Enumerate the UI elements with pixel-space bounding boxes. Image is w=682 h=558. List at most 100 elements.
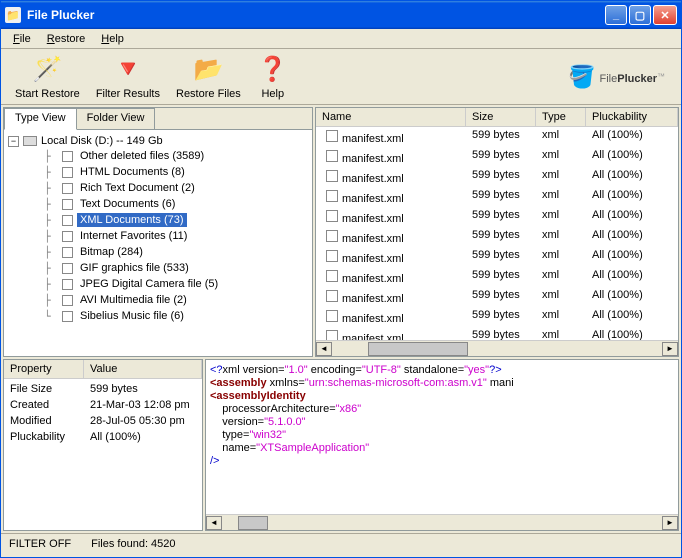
tree-item[interactable]: ├ GIF graphics file (533) xyxy=(8,260,308,276)
trademark: ™ xyxy=(657,72,665,81)
tree-root-label: Local Disk (D:) -- 149 Gb xyxy=(41,135,163,147)
tree-checkbox[interactable] xyxy=(62,295,73,306)
list-row[interactable]: manifest.xml599 bytesxmlAll (100%) xyxy=(316,307,678,327)
restore-files-button[interactable]: 📂 Restore Files xyxy=(168,52,249,102)
file-icon xyxy=(326,270,338,282)
cell-type: xml xyxy=(536,328,586,340)
tree-checkbox[interactable] xyxy=(62,231,73,242)
tree-line-icon: ├ xyxy=(44,198,60,211)
col-value[interactable]: Value xyxy=(84,360,202,378)
tree-item[interactable]: ├Internet Favorites (11) xyxy=(8,228,308,244)
tree-item[interactable]: ├XML Documents (73) xyxy=(8,212,308,228)
logo-text-2: Plucker xyxy=(617,73,657,85)
cell-size: 599 bytes xyxy=(466,148,536,166)
start-restore-button[interactable]: 🪄 Start Restore xyxy=(7,52,88,102)
maximize-button[interactable]: ▢ xyxy=(629,5,651,25)
properties-header: Property Value xyxy=(4,360,202,379)
scroll-track[interactable] xyxy=(238,516,646,530)
list-row[interactable]: manifest.xml599 bytesxmlAll (100%) xyxy=(316,147,678,167)
list-row[interactable]: manifest.xml599 bytesxmlAll (100%) xyxy=(316,207,678,227)
tree-item-label: GIF graphics file (533) xyxy=(77,261,192,275)
preview-scrollbar[interactable]: ◄ ► xyxy=(206,514,678,530)
tree-checkbox[interactable] xyxy=(62,311,73,322)
cell-name: manifest.xml xyxy=(316,328,466,340)
scroll-thumb[interactable] xyxy=(368,342,468,356)
xml-preview[interactable]: <?xml version="1.0" encoding="UTF-8" sta… xyxy=(206,360,678,514)
col-size[interactable]: Size xyxy=(466,108,536,126)
collapse-icon[interactable]: − xyxy=(8,136,19,147)
menu-help[interactable]: Help xyxy=(93,31,132,47)
tree-checkbox[interactable] xyxy=(62,263,73,274)
scroll-left-button[interactable]: ◄ xyxy=(206,516,222,530)
tree-item[interactable]: ├AVI Multimedia file (2) xyxy=(8,292,308,308)
tree-item[interactable]: ├Other deleted files (3589) xyxy=(8,148,308,164)
tree-checkbox[interactable] xyxy=(62,167,73,178)
list-body[interactable]: manifest.xml599 bytesxmlAll (100%)manife… xyxy=(316,127,678,340)
list-row[interactable]: manifest.xml599 bytesxmlAll (100%) xyxy=(316,247,678,267)
tab-folder-view[interactable]: Folder View xyxy=(76,108,156,129)
scroll-left-button[interactable]: ◄ xyxy=(316,342,332,356)
property-key: Created xyxy=(10,399,90,411)
property-key: Modified xyxy=(10,415,90,427)
window-title: File Plucker xyxy=(27,8,605,22)
cell-size: 599 bytes xyxy=(466,228,536,246)
menubar: File Restore Help xyxy=(1,29,681,49)
titlebar[interactable]: 📁 File Plucker _ ▢ ✕ xyxy=(1,1,681,29)
cell-size: 599 bytes xyxy=(466,248,536,266)
list-row[interactable]: manifest.xml599 bytesxmlAll (100%) xyxy=(316,127,678,147)
tree-checkbox[interactable] xyxy=(62,215,73,226)
tree-item[interactable]: ├Rich Text Document (2) xyxy=(8,180,308,196)
list-row[interactable]: manifest.xml599 bytesxmlAll (100%) xyxy=(316,167,678,187)
list-row[interactable]: manifest.xml599 bytesxmlAll (100%) xyxy=(316,327,678,340)
cell-type: xml xyxy=(536,228,586,246)
list-row[interactable]: manifest.xml599 bytesxmlAll (100%) xyxy=(316,287,678,307)
tree-checkbox[interactable] xyxy=(62,279,73,290)
tree-line-icon: ├ xyxy=(44,262,60,275)
list-row[interactable]: manifest.xml599 bytesxmlAll (100%) xyxy=(316,187,678,207)
tree-item[interactable]: ├JPEG Digital Camera file (5) xyxy=(8,276,308,292)
menu-file[interactable]: File xyxy=(5,31,39,47)
col-pluckability[interactable]: Pluckability xyxy=(586,108,678,126)
cell-pluck: All (100%) xyxy=(586,168,678,186)
property-value: 28-Jul-05 05:30 pm xyxy=(90,415,196,427)
col-type[interactable]: Type xyxy=(536,108,586,126)
tree-item-label: JPEG Digital Camera file (5) xyxy=(77,277,221,291)
tree-root[interactable]: − Local Disk (D:) -- 149 Gb xyxy=(8,134,308,148)
col-property[interactable]: Property xyxy=(4,360,84,378)
filter-results-button[interactable]: 🔻 Filter Results xyxy=(88,52,168,102)
restore-icon: 📂 xyxy=(192,54,224,86)
minimize-button[interactable]: _ xyxy=(605,5,627,25)
tree-checkbox[interactable] xyxy=(62,183,73,194)
cell-size: 599 bytes xyxy=(466,188,536,206)
file-list-pane: Name Size Type Pluckability manifest.xml… xyxy=(315,107,679,357)
tree-checkbox[interactable] xyxy=(62,151,73,162)
help-button[interactable]: ❓ Help xyxy=(249,52,297,102)
tree-line-icon: ├ xyxy=(44,182,60,195)
tree-item[interactable]: ├Bitmap (284) xyxy=(8,244,308,260)
cell-name: manifest.xml xyxy=(316,128,466,146)
tree-item[interactable]: └Sibelius Music file (6) xyxy=(8,308,308,324)
list-row[interactable]: manifest.xml599 bytesxmlAll (100%) xyxy=(316,227,678,247)
close-button[interactable]: ✕ xyxy=(653,5,677,25)
scroll-thumb[interactable] xyxy=(238,516,268,530)
menu-restore[interactable]: Restore xyxy=(39,31,94,47)
tree-checkbox[interactable] xyxy=(62,199,73,210)
cell-size: 599 bytes xyxy=(466,168,536,186)
tree-line-icon: ├ xyxy=(44,166,60,179)
file-icon xyxy=(326,290,338,302)
scroll-track[interactable] xyxy=(348,342,646,356)
tree-item[interactable]: ├HTML Documents (8) xyxy=(8,164,308,180)
tab-type-view[interactable]: Type View xyxy=(4,108,77,130)
scroll-right-button[interactable]: ► xyxy=(662,342,678,356)
tree-view[interactable]: − Local Disk (D:) -- 149 Gb ├Other delet… xyxy=(4,130,312,356)
scroll-right-button[interactable]: ► xyxy=(662,516,678,530)
tree-line-icon: └ xyxy=(44,310,60,323)
cell-size: 599 bytes xyxy=(466,308,536,326)
horizontal-scrollbar[interactable]: ◄ ► xyxy=(316,340,678,356)
bucket-icon: 🪣 xyxy=(568,64,595,90)
tree-checkbox[interactable] xyxy=(62,247,73,258)
help-icon: ❓ xyxy=(257,54,289,86)
list-row[interactable]: manifest.xml599 bytesxmlAll (100%) xyxy=(316,267,678,287)
col-name[interactable]: Name xyxy=(316,108,466,126)
tree-item[interactable]: ├Text Documents (6) xyxy=(8,196,308,212)
